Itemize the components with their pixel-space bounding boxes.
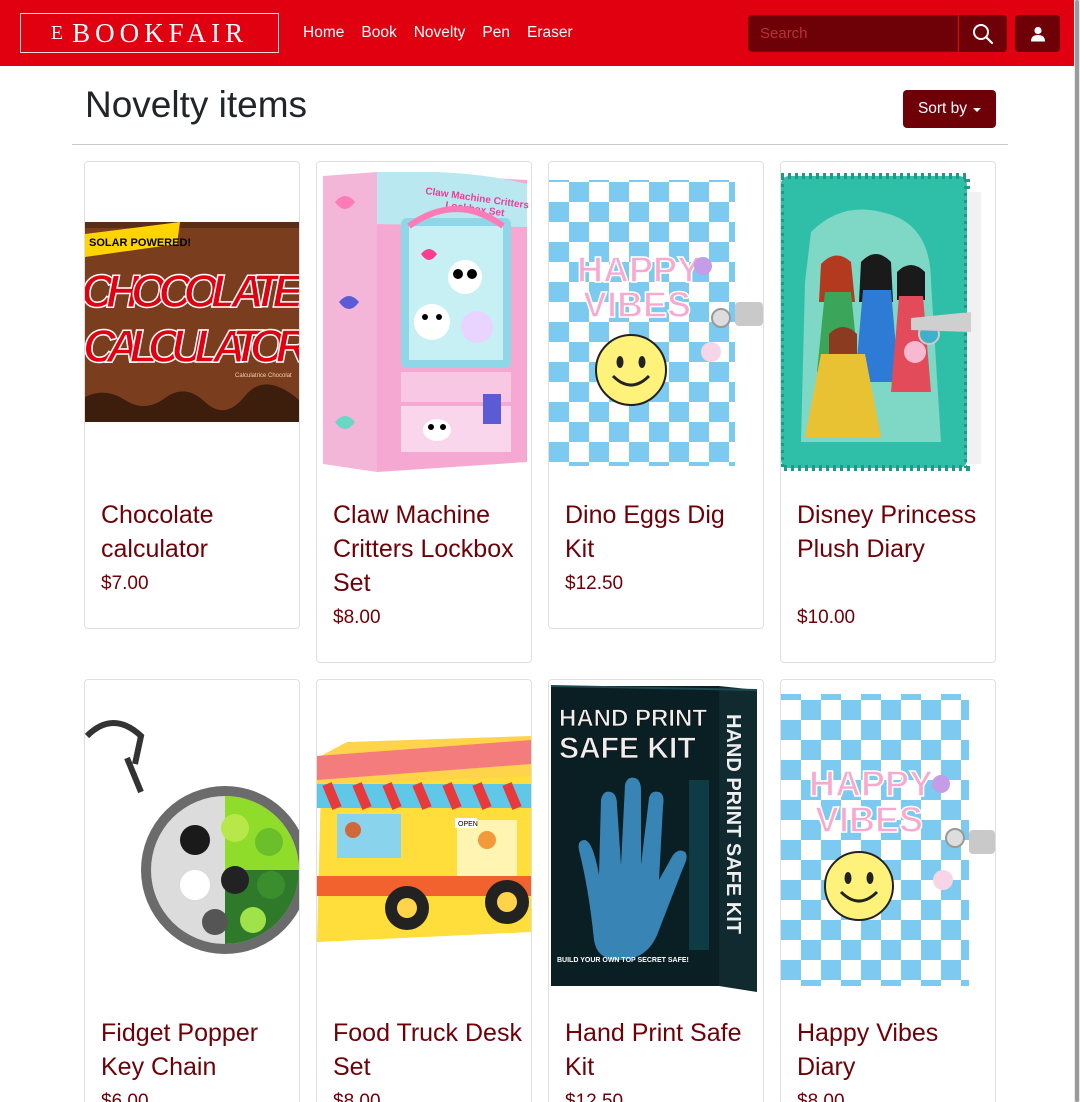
product-name[interactable]: Claw Machine Critters Lockbox Set: [333, 498, 523, 600]
product-price: $12.50: [565, 1091, 624, 1102]
product-card[interactable]: HAND PRINT SAFE KIT HAND PRINT SAFE KIT …: [548, 679, 764, 1102]
user-icon: [1030, 26, 1045, 41]
brand-prefix: E: [50, 21, 69, 44]
scrollbar-track[interactable]: [1074, 0, 1080, 1102]
product-card[interactable]: HAPPY VIBES Happy Vibes Diary $8.00: [780, 679, 996, 1102]
nav-book[interactable]: Book: [361, 24, 396, 42]
caret-down-icon: [973, 108, 982, 112]
product-price: $8.00: [333, 607, 381, 628]
product-price: $6.00: [101, 1091, 149, 1102]
svg-text:HAND PRINT: HAND PRINT: [559, 705, 707, 732]
sort-label: Sort by: [917, 100, 968, 117]
svg-text:Calculatrice Chocolat: Calculatrice Chocolat: [235, 373, 292, 379]
svg-text:VIBES: VIBES: [583, 284, 691, 325]
product-name[interactable]: Hand Print Safe Kit: [565, 1016, 755, 1084]
product-image-claw-machine-lockbox: Claw Machine Critters Lockbox Set: [317, 162, 531, 482]
svg-text:OPEN: OPEN: [458, 821, 478, 828]
product-card[interactable]: SOLAR POWERED! CHOCOLATE CALCULATOR Calc…: [84, 161, 300, 629]
product-price: $8.00: [797, 1091, 845, 1102]
nav-home[interactable]: Home: [303, 24, 344, 42]
svg-text:SOLAR POWERED!: SOLAR POWERED!: [89, 237, 191, 249]
page-title: Novelty items: [85, 84, 308, 125]
nav-novelty[interactable]: Novelty: [414, 24, 466, 42]
product-name[interactable]: Chocolate calculator: [101, 498, 291, 566]
product-image-happy-vibes-diary: HAPPY VIBES: [549, 180, 763, 466]
svg-text:CHOCOLATE: CHOCOLATE: [85, 265, 299, 317]
product-image-disney-princess-diary: [781, 173, 981, 471]
navbar: E BOOKFAIR Home Book Novelty Pen Eraser: [0, 0, 1080, 66]
sort-dropdown-button[interactable]: Sort by: [903, 90, 996, 128]
product-card[interactable]: Claw Machine Critters Lockbox Set Claw M…: [316, 161, 532, 663]
product-name[interactable]: Disney Princess Plush Diary: [797, 498, 987, 566]
svg-text:HAPPY: HAPPY: [809, 763, 933, 804]
header-divider: [72, 144, 1008, 145]
product-price: $10.00: [797, 607, 856, 628]
product-image-chocolate-calculator: SOLAR POWERED! CHOCOLATE CALCULATOR Calc…: [85, 222, 299, 422]
product-price: $12.50: [565, 573, 624, 594]
product-card[interactable]: HAPPY VIBES Dino Eggs Dig Kit $12.50: [548, 161, 764, 629]
search-button[interactable]: [959, 15, 1007, 52]
product-name[interactable]: Food Truck Desk Set: [333, 1016, 523, 1084]
product-image-food-truck-desk-set: OPEN: [317, 736, 531, 942]
svg-text:VIBES: VIBES: [815, 799, 923, 840]
svg-text:SAFE KIT: SAFE KIT: [559, 732, 696, 765]
svg-text:HAND PRINT SAFE KIT: HAND PRINT SAFE KIT: [722, 714, 744, 934]
scrollbar-thumb[interactable]: [1075, 0, 1079, 1102]
svg-text:BUILD YOUR OWN TOP SECRET SAFE: BUILD YOUR OWN TOP SECRET SAFE!: [557, 957, 689, 964]
product-image-fidget-popper-keychain: [85, 720, 299, 954]
product-image-hand-print-safe-kit: HAND PRINT SAFE KIT HAND PRINT SAFE KIT …: [550, 685, 758, 992]
nav-links: Home Book Novelty Pen Eraser: [303, 0, 590, 66]
nav-pen[interactable]: Pen: [482, 24, 510, 42]
brand-logo[interactable]: E BOOKFAIR: [20, 13, 279, 53]
product-card[interactable]: OPEN Food Truck Desk Set $8.00: [316, 679, 532, 1102]
search-input[interactable]: [748, 15, 958, 52]
product-card[interactable]: Fidget Popper Key Chain $6.00: [84, 679, 300, 1102]
product-card[interactable]: Disney Princess Plush Diary $10.00: [780, 161, 996, 663]
search-icon: [973, 23, 994, 44]
brand-name: BOOKFAIR: [72, 17, 249, 48]
account-button[interactable]: [1015, 15, 1060, 52]
nav-eraser[interactable]: Eraser: [527, 24, 573, 42]
product-image-happy-vibes-diary: HAPPY VIBES: [781, 694, 995, 986]
product-name[interactable]: Happy Vibes Diary: [797, 1016, 987, 1084]
product-price: $8.00: [333, 1091, 381, 1102]
product-name[interactable]: Dino Eggs Dig Kit: [565, 498, 755, 566]
product-name[interactable]: Fidget Popper Key Chain: [101, 1016, 291, 1084]
svg-text:CALCULATOR: CALCULATOR: [85, 320, 299, 372]
product-price: $7.00: [101, 573, 149, 594]
